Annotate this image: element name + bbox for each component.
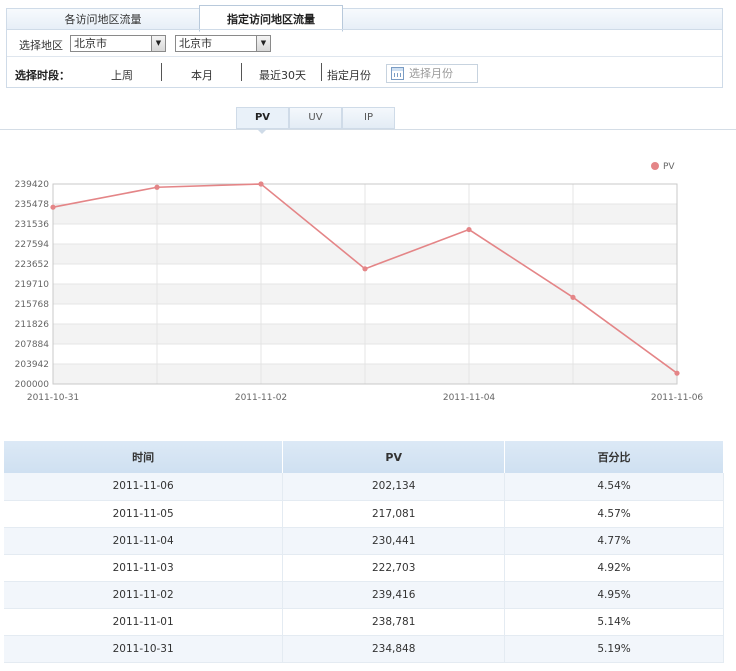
col-header-percent: 百分比	[504, 441, 724, 473]
y-tick-label: 227594	[15, 240, 50, 250]
region-row: 选择地区 北京市 ▼ 北京市 ▼	[7, 30, 722, 57]
cell-pv: 230,441	[282, 527, 506, 555]
y-tick-label: 239420	[15, 180, 50, 190]
y-tick-label: 235478	[15, 200, 50, 210]
pv-table: 时间 PV 百分比 2011-11-06 202,134 4.54% 2011-11-…	[4, 441, 724, 663]
cell-pv: 234,848	[282, 635, 506, 663]
data-point	[154, 184, 160, 190]
cell-time: 2011-11-05	[4, 500, 284, 528]
y-tick-label: 215768	[15, 300, 50, 310]
province-select[interactable]: 北京市 ▼	[70, 35, 166, 52]
table-row: 2011-10-31 234,848 5.19%	[4, 635, 724, 663]
data-point	[258, 181, 264, 187]
period-specified-month[interactable]: 指定月份	[327, 67, 371, 83]
cell-percent: 4.77%	[504, 527, 724, 555]
period-last-week[interactable]: 上周	[111, 67, 133, 83]
cell-time: 2011-11-03	[4, 554, 284, 582]
x-tick-label: 2011-11-06	[651, 393, 704, 403]
table-header-row: 时间 PV 百分比	[4, 441, 724, 473]
cell-percent: 4.92%	[504, 554, 724, 582]
legend-label: PV	[663, 162, 675, 172]
cell-pv: 202,134	[282, 473, 506, 501]
y-tick-label: 207884	[15, 340, 50, 350]
month-picker-input[interactable]: 选择月份	[386, 64, 478, 83]
x-tick-label: 2011-10-31	[27, 393, 79, 403]
data-point	[50, 204, 56, 210]
divider	[241, 63, 242, 81]
cell-pv: 222,703	[282, 554, 506, 582]
data-point	[466, 226, 472, 233]
data-point	[570, 294, 576, 300]
divider	[321, 63, 322, 81]
cell-time: 2011-11-04	[4, 527, 284, 555]
period-last-30-days[interactable]: 最近30天	[259, 67, 306, 83]
period-label: 选择时段：	[15, 69, 70, 82]
table-row: 2011-11-01 238,781 5.14%	[4, 608, 724, 636]
filter-panel: 选择地区 北京市 ▼ 北京市 ▼ 选择时段： 上周 本月 最近30天 指定月份 …	[6, 29, 723, 88]
y-tick-label: 219710	[15, 280, 50, 290]
data-point	[362, 266, 368, 272]
tab-specified-region[interactable]: 指定访问地区流量	[199, 5, 343, 32]
city-value: 北京市	[179, 37, 212, 50]
cell-time: 2011-11-06	[4, 473, 284, 501]
cell-percent: 4.95%	[504, 581, 724, 609]
x-tick-label: 2011-11-02	[235, 393, 287, 403]
month-placeholder: 选择月份	[409, 67, 453, 80]
table-row: 2011-11-06 202,134 4.54%	[4, 473, 724, 501]
period-this-month[interactable]: 本月	[191, 67, 213, 83]
region-tabs: 各访问地区流量 指定访问地区流量	[6, 5, 723, 32]
table-row: 2011-11-02 239,416 4.95%	[4, 581, 724, 609]
tab-pv[interactable]: PV	[236, 107, 289, 129]
province-value: 北京市	[74, 37, 107, 50]
table-row: 2011-11-04 230,441 4.77%	[4, 527, 724, 555]
cell-percent: 5.14%	[504, 608, 724, 636]
city-select[interactable]: 北京市 ▼	[175, 35, 271, 52]
data-point	[674, 370, 680, 376]
table-row: 2011-11-05 217,081 4.57%	[4, 500, 724, 528]
chevron-down-icon[interactable]: ▼	[256, 36, 270, 51]
cell-pv: 239,416	[282, 581, 506, 609]
col-header-pv: PV	[282, 441, 506, 473]
period-row: 选择时段： 上周 本月 最近30天 指定月份 选择月份	[7, 58, 722, 88]
pv-line-chart: 200000 203942 207884 211826 215768 219710 2236…	[15, 162, 704, 403]
divider	[161, 63, 162, 81]
table-row: 2011-11-03 222,703 4.92%	[4, 554, 724, 582]
cell-time: 2011-11-02	[4, 581, 284, 609]
active-tab-pointer	[257, 129, 267, 134]
tab-ip[interactable]: IP	[342, 107, 395, 129]
cell-pv: 238,781	[282, 608, 506, 636]
tab-uv[interactable]: UV	[289, 107, 342, 129]
metric-tabs-underline	[0, 129, 736, 130]
y-tick-label: 231536	[15, 220, 50, 230]
calendar-icon[interactable]	[391, 67, 404, 80]
x-tick-label: 2011-11-04	[443, 393, 496, 403]
col-header-time: 时间	[4, 441, 284, 473]
cell-time: 2011-11-01	[4, 608, 284, 636]
y-tick-label: 200000	[15, 380, 50, 390]
tab-all-regions[interactable]: 各访问地区流量	[7, 9, 199, 31]
chevron-down-icon[interactable]: ▼	[151, 36, 165, 51]
y-tick-label: 211826	[15, 320, 50, 330]
region-label: 选择地区	[19, 39, 63, 52]
legend-marker	[651, 162, 659, 170]
cell-percent: 4.54%	[504, 473, 724, 501]
cell-time: 2011-10-31	[4, 635, 284, 663]
cell-percent: 5.19%	[504, 635, 724, 663]
y-tick-label: 223652	[15, 260, 49, 270]
y-tick-label: 203942	[15, 360, 49, 370]
cell-pv: 217,081	[282, 500, 506, 528]
cell-percent: 4.57%	[504, 500, 724, 528]
